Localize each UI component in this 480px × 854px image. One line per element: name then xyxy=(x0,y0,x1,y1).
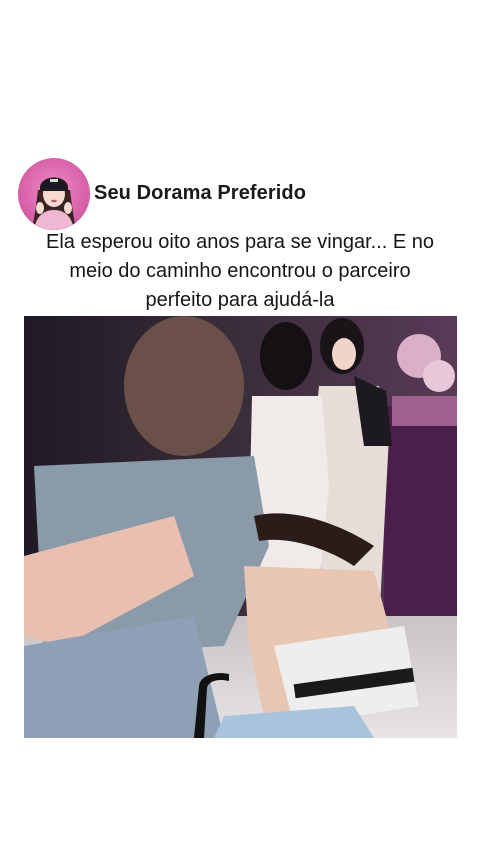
profile-avatar-icon xyxy=(32,177,76,230)
post-caption: Ela esperou oito anos para se vingar... … xyxy=(0,228,480,315)
account-name[interactable]: Seu Dorama Preferido xyxy=(94,182,306,205)
caption-line: meio do caminho encontrou o parceiro xyxy=(69,260,411,282)
post-header: Seu Dorama Preferido xyxy=(18,158,306,230)
post-page: Seu Dorama Preferido Ela esperou oito an… xyxy=(0,0,480,854)
caption-line: perfeito para ajudá-la xyxy=(145,289,335,311)
caption-line: Ela esperou oito anos para se vingar... … xyxy=(45,231,435,253)
video-frame[interactable] xyxy=(24,316,457,738)
avatar[interactable] xyxy=(18,158,90,230)
video-still-image xyxy=(24,316,457,738)
